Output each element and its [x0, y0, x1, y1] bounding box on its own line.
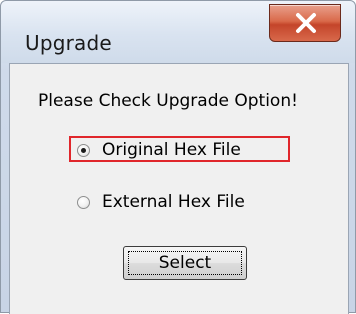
option-label[interactable]: Original Hex File	[102, 140, 241, 160]
option-external-hex-file[interactable]: External Hex File	[77, 188, 245, 216]
dialog-body: Please Check Upgrade Option! Original He…	[9, 63, 349, 314]
close-button[interactable]	[269, 4, 341, 42]
title-bar[interactable]: Upgrade	[1, 1, 355, 63]
window-title: Upgrade	[25, 31, 112, 55]
focus-ring	[128, 251, 242, 275]
radio-button-checked[interactable]	[77, 143, 90, 157]
option-original-hex-file[interactable]: Original Hex File	[77, 136, 241, 164]
radio-button-unchecked[interactable]	[77, 195, 90, 209]
upgrade-dialog-window: Upgrade Please Check Upgrade Option! Ori…	[0, 0, 356, 314]
close-x-icon	[296, 13, 316, 33]
prompt-text: Please Check Upgrade Option!	[38, 91, 298, 111]
select-button[interactable]: Select	[123, 246, 247, 280]
option-label[interactable]: External Hex File	[102, 192, 245, 212]
